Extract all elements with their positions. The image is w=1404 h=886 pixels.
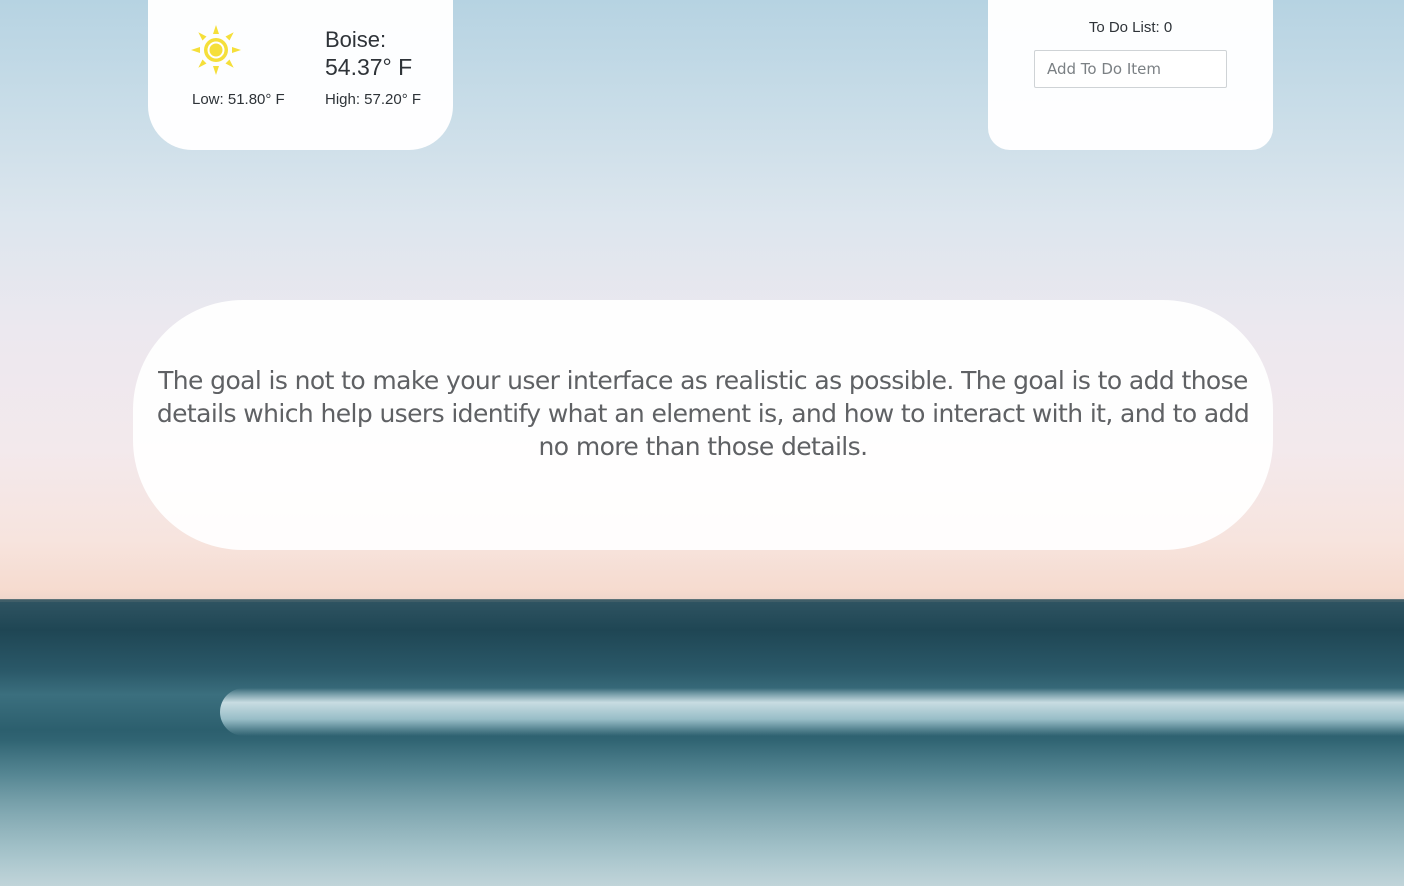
horizon-line bbox=[0, 599, 1404, 602]
weather-temperature: 54.37° F bbox=[325, 54, 413, 80]
weather-high: High: 57.20° F bbox=[325, 91, 422, 108]
sun-icon bbox=[191, 25, 241, 75]
quote-text: The goal is not to make your user interf… bbox=[156, 366, 1250, 461]
add-todo-input[interactable] bbox=[1034, 50, 1227, 88]
todo-list-count: To Do List: 0 bbox=[1088, 19, 1173, 36]
weather-city: Boise: bbox=[325, 27, 387, 52]
wave-foam bbox=[220, 688, 1404, 736]
weather-low: Low: 51.80° F bbox=[192, 91, 285, 108]
shore-water bbox=[0, 740, 1404, 886]
